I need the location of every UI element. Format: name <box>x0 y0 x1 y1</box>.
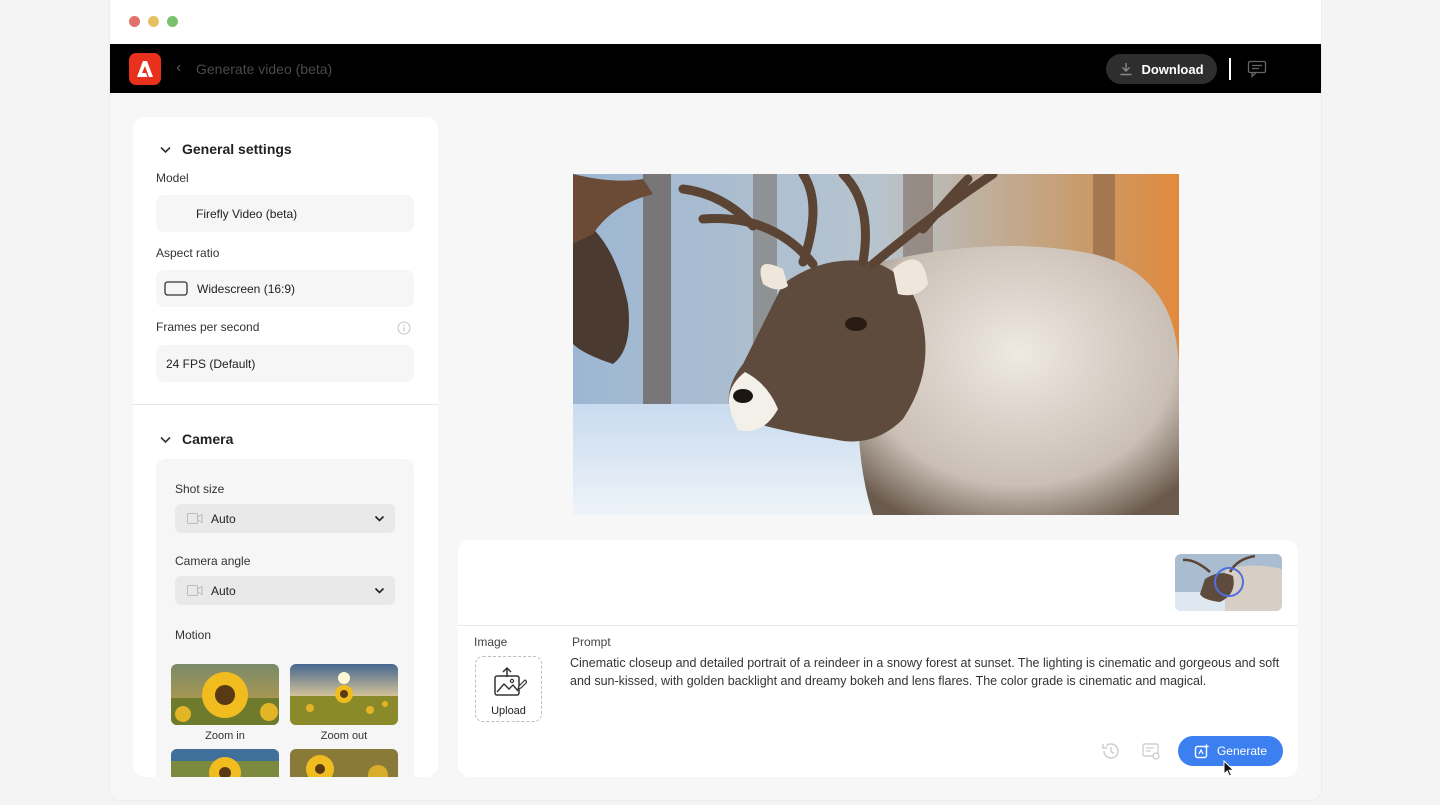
header-divider <box>1229 58 1231 80</box>
download-button[interactable]: Download <box>1106 54 1217 84</box>
page-title: Generate video (beta) <box>196 61 333 77</box>
prompt-label: Prompt <box>572 635 611 649</box>
video-camera-icon <box>187 513 203 524</box>
motion-zoom-in-thumbnail[interactable] <box>171 664 279 725</box>
fps-selector[interactable]: 24 FPS (Default) <box>156 345 414 382</box>
aspect-ratio-selector[interactable]: Widescreen (16:9) <box>156 270 414 307</box>
app-header: ‹ Generate video (beta) Download <box>110 44 1321 93</box>
shot-size-label: Shot size <box>175 482 225 496</box>
video-camera-icon <box>187 585 203 596</box>
camera-angle-select[interactable]: Auto <box>175 576 395 605</box>
motion-label: Motion <box>175 628 212 642</box>
history-icon[interactable] <box>1101 741 1121 761</box>
generated-video-preview[interactable] <box>573 174 1179 515</box>
download-label: Download <box>1141 61 1204 77</box>
image-label: Image <box>474 635 508 649</box>
minimize-window-button[interactable] <box>148 16 159 27</box>
shot-size-value: Auto <box>211 511 236 526</box>
chevron-down-icon <box>160 146 171 153</box>
camera-panel: Shot size Auto Camera angle Auto Motion <box>156 459 414 777</box>
app-window: ‹ Generate video (beta) Download General… <box>110 0 1321 800</box>
motion-zoom-in-caption: Zoom in <box>205 730 245 742</box>
composer-divider <box>458 625 1298 626</box>
generate-label: Generate <box>1216 744 1268 758</box>
feedback-icon[interactable] <box>1247 60 1267 78</box>
generate-sparkle-icon <box>1194 743 1210 759</box>
adobe-logo-icon[interactable] <box>129 53 161 85</box>
back-chevron-icon[interactable]: ‹ <box>176 59 181 77</box>
model-label: Model <box>156 171 189 185</box>
motion-option-thumbnail[interactable] <box>290 749 398 777</box>
camera-angle-label: Camera angle <box>175 554 251 568</box>
section-divider <box>133 404 438 405</box>
upload-image-icon <box>494 666 527 696</box>
motion-zoom-out-caption: Zoom out <box>320 730 368 742</box>
shot-size-select[interactable]: Auto <box>175 504 395 533</box>
chevron-down-icon <box>374 515 385 522</box>
close-window-button[interactable] <box>129 16 140 27</box>
aspect-ratio-label: Aspect ratio <box>156 246 220 260</box>
info-icon[interactable] <box>397 321 411 335</box>
general-settings-heading: General settings <box>182 141 292 157</box>
prompt-settings-icon[interactable] <box>1141 741 1161 761</box>
aspect-ratio-value: Widescreen (16:9) <box>197 281 296 296</box>
maximize-window-button[interactable] <box>167 16 178 27</box>
settings-sidebar: General settings Model Firefly Video (be… <box>133 117 438 777</box>
prompt-composer: Image Prompt Upload Cinematic closeup an… <box>458 540 1298 777</box>
camera-heading: Camera <box>182 431 234 447</box>
chevron-down-icon <box>160 436 171 443</box>
upload-label: Upload <box>491 705 526 717</box>
model-selector[interactable]: Firefly Video (beta) <box>156 195 414 232</box>
general-settings-toggle[interactable]: General settings <box>159 141 292 157</box>
fps-label: Frames per second <box>156 320 260 334</box>
motion-option-thumbnail[interactable] <box>171 749 279 777</box>
model-value: Firefly Video (beta) <box>196 206 298 221</box>
chevron-down-icon <box>374 587 385 594</box>
window-titlebar <box>110 0 1321 44</box>
download-icon <box>1120 63 1132 76</box>
camera-toggle[interactable]: Camera <box>159 431 233 447</box>
generation-thumbnail[interactable] <box>1175 554 1282 611</box>
camera-angle-value: Auto <box>211 583 236 598</box>
fps-value: 24 FPS (Default) <box>166 356 256 371</box>
upload-image-button[interactable]: Upload <box>475 656 542 722</box>
prompt-textarea[interactable]: Cinematic closeup and detailed portrait … <box>570 654 1284 690</box>
motion-zoom-out-thumbnail[interactable] <box>290 664 398 725</box>
widescreen-icon <box>164 281 188 296</box>
mouse-pointer-icon <box>1223 760 1235 777</box>
